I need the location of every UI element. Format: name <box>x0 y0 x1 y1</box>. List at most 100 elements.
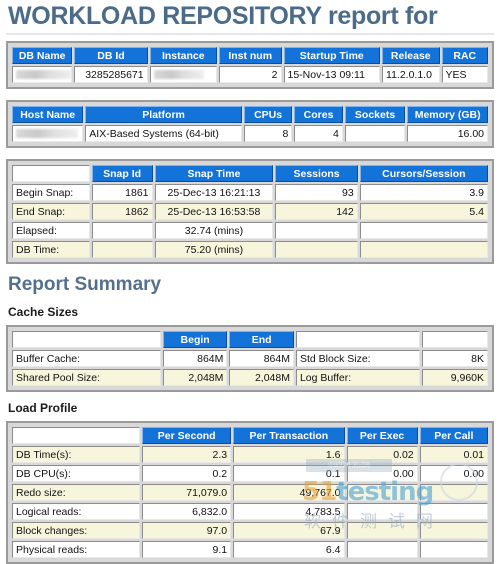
cell-per-second: 2.3 <box>142 446 232 463</box>
cell-cpus: 8 <box>243 125 293 142</box>
cache-sizes-table: Begin End Buffer Cache: 864M 864M Std Bl… <box>10 329 490 388</box>
col-metric-label <box>12 427 141 444</box>
col-cache-label <box>12 331 161 348</box>
cell-cursors <box>359 241 488 258</box>
table-header-row: DB Name DB Id Instance Inst num Startup … <box>12 47 488 64</box>
cell-metric-label: DB CPU(s): <box>12 465 141 482</box>
host-info-table-frame: Host Name Platform CPUs Cores Sockets Me… <box>6 100 494 148</box>
cell-row-label: Begin Snap: <box>12 184 90 201</box>
table-row: Elapsed: 32.74 (mins) <box>12 222 488 239</box>
col-snap-id: Snap Id <box>91 165 153 182</box>
page-title: WORKLOAD REPOSITORY report for <box>8 2 438 30</box>
cell-end: 2,048M <box>229 369 294 386</box>
cell-per-exec <box>346 503 418 520</box>
cell-row-label: DB Time: <box>12 241 90 258</box>
cell-per-transaction: 6.4 <box>233 541 345 558</box>
table-row: Physical reads: 9.1 6.4 <box>12 541 488 558</box>
cell-per-transaction: 1.6 <box>233 446 345 463</box>
cell-snap-id <box>91 222 153 239</box>
col-per-second: Per Second <box>142 427 232 444</box>
cell-cursors: 3.9 <box>359 184 488 201</box>
col-platform: Platform <box>85 106 242 123</box>
col-host-name: Host Name <box>12 106 84 123</box>
cell-per-transaction: 0.1 <box>233 465 345 482</box>
col-cores: Cores <box>294 106 343 123</box>
table-row: Redo size: 71,079.0 49,767.0 <box>12 484 488 501</box>
cell-per-call: 0.01 <box>419 446 488 463</box>
cell-cache-label: Shared Pool Size: <box>12 369 161 386</box>
cell-sockets <box>344 125 406 142</box>
table-row: Begin Snap: 1861 25-Dec-13 16:21:13 93 3… <box>12 184 488 201</box>
cell-per-transaction: 49,767.0 <box>233 484 345 501</box>
col-release: Release <box>382 47 440 64</box>
cell-snap-time: 75.20 (mins) <box>154 241 274 258</box>
col-cache-value2 <box>422 331 488 348</box>
awr-report-page: WORKLOAD REPOSITORY report for DB Name D… <box>0 2 500 564</box>
cell-host-name <box>12 125 84 142</box>
col-instance: Instance <box>149 47 217 64</box>
cell-per-call <box>419 541 488 558</box>
cell-per-call <box>419 503 488 520</box>
cell-end: 864M <box>229 350 294 367</box>
cell-sessions: 93 <box>275 184 358 201</box>
table-header-row: Host Name Platform CPUs Cores Sockets Me… <box>12 106 488 123</box>
table-row: End Snap: 1862 25-Dec-13 16:53:58 142 5.… <box>12 203 488 220</box>
col-inst-num: Inst num <box>218 47 282 64</box>
cell-release: 11.2.0.1.0 <box>382 66 440 83</box>
cell-snap-id <box>91 241 153 258</box>
cell-cores: 4 <box>294 125 343 142</box>
cell-per-second: 9.1 <box>142 541 232 558</box>
table-row: DB Time(s): 2.3 1.6 0.02 0.01 <box>12 446 488 463</box>
cache-sizes-table-frame: Begin End Buffer Cache: 864M 864M Std Bl… <box>6 325 494 392</box>
cell-begin: 2,048M <box>162 369 228 386</box>
cell-snap-time: 25-Dec-13 16:21:13 <box>154 184 274 201</box>
cell-snap-id: 1861 <box>91 184 153 201</box>
cell-per-exec: 0.02 <box>346 446 418 463</box>
table-row: AIX-Based Systems (64-bit) 8 4 16.00 <box>12 125 488 142</box>
db-info-table-frame: DB Name DB Id Instance Inst num Startup … <box>6 41 494 89</box>
snapshot-table-frame: Snap Id Snap Time Sessions Cursors/Sessi… <box>6 159 494 264</box>
col-startup-time: Startup Time <box>283 47 381 64</box>
table-header-row: Snap Id Snap Time Sessions Cursors/Sessi… <box>12 165 488 182</box>
cell-cache-value2: 9,960K <box>422 369 488 386</box>
col-per-exec: Per Exec <box>346 427 418 444</box>
db-info-table: DB Name DB Id Instance Inst num Startup … <box>10 45 490 85</box>
cell-metric-label: Physical reads: <box>12 541 141 558</box>
cell-metric-label: Logical reads: <box>12 503 141 520</box>
col-db-id: DB Id <box>74 47 148 64</box>
cell-rac: YES <box>441 66 488 83</box>
report-summary-heading: Report Summary <box>8 274 162 295</box>
cell-cache-label: Buffer Cache: <box>12 350 161 367</box>
cell-db-id: 3285285671 <box>74 66 148 83</box>
host-info-table: Host Name Platform CPUs Cores Sockets Me… <box>10 104 490 144</box>
cell-cache-label2: Log Buffer: <box>295 369 421 386</box>
col-end: End <box>229 331 294 348</box>
load-profile-table: Per Second Per Transaction Per Exec Per … <box>10 425 490 560</box>
cell-per-exec <box>346 484 418 501</box>
redacted-host-name <box>16 129 78 138</box>
load-profile-heading: Load Profile <box>8 401 78 415</box>
cell-per-second: 6,832.0 <box>142 503 232 520</box>
col-begin: Begin <box>162 331 228 348</box>
snapshot-table: Snap Id Snap Time Sessions Cursors/Sessi… <box>10 163 490 260</box>
col-memory-gb: Memory (GB) <box>407 106 488 123</box>
cell-metric-label: DB Time(s): <box>12 446 141 463</box>
cell-snap-time: 25-Dec-13 16:53:58 <box>154 203 274 220</box>
cell-per-exec <box>346 541 418 558</box>
cell-startup-time: 15-Nov-13 09:11 <box>283 66 381 83</box>
title-divider <box>6 33 494 35</box>
redacted-instance <box>153 70 204 79</box>
cell-row-label: End Snap: <box>12 203 90 220</box>
col-snap-label <box>12 165 90 182</box>
cell-cache-value2: 8K <box>422 350 488 367</box>
cell-memory-gb: 16.00 <box>407 125 488 142</box>
col-sessions: Sessions <box>275 165 358 182</box>
col-per-transaction: Per Transaction <box>233 427 345 444</box>
cell-sessions <box>275 222 358 239</box>
table-row: DB Time: 75.20 (mins) <box>12 241 488 258</box>
cell-cache-label2: Std Block Size: <box>295 350 421 367</box>
table-row: DB CPU(s): 0.2 0.1 0.00 0.00 <box>12 465 488 482</box>
table-header-row: Per Second Per Transaction Per Exec Per … <box>12 427 488 444</box>
col-cursors: Cursors/Session <box>359 165 488 182</box>
cell-snap-id: 1862 <box>91 203 153 220</box>
